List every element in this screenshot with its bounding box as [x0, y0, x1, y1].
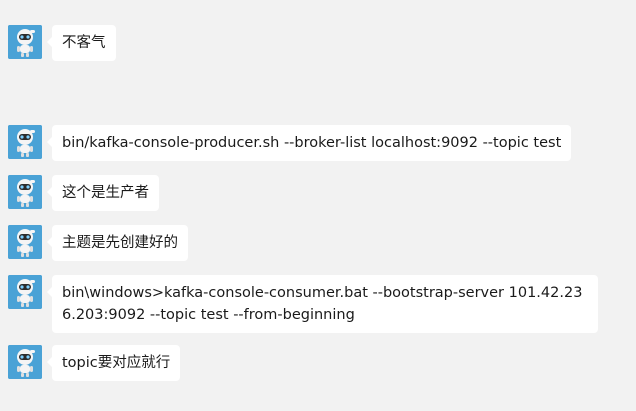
robot-avatar-icon[interactable] [8, 125, 42, 159]
robot-avatar-icon[interactable] [8, 345, 42, 379]
message-bubble[interactable]: topic要对应就行 [46, 345, 181, 381]
message-bubble[interactable]: 主题是先创建好的 [47, 225, 188, 261]
robot-avatar-icon[interactable] [8, 225, 42, 259]
message-bubble[interactable]: 不客气 [47, 25, 116, 61]
message-bubble[interactable]: bin\windows>kafka-console-consumer.bat -… [47, 275, 598, 333]
message-bubble[interactable]: bin/kafka-console-producer.sh --broker-l… [46, 125, 572, 161]
robot-avatar-icon[interactable] [8, 25, 42, 59]
message-bubble[interactable]: 这个是生产者 [47, 175, 159, 211]
robot-avatar-icon[interactable] [8, 175, 42, 209]
robot-avatar-icon[interactable] [8, 275, 42, 309]
